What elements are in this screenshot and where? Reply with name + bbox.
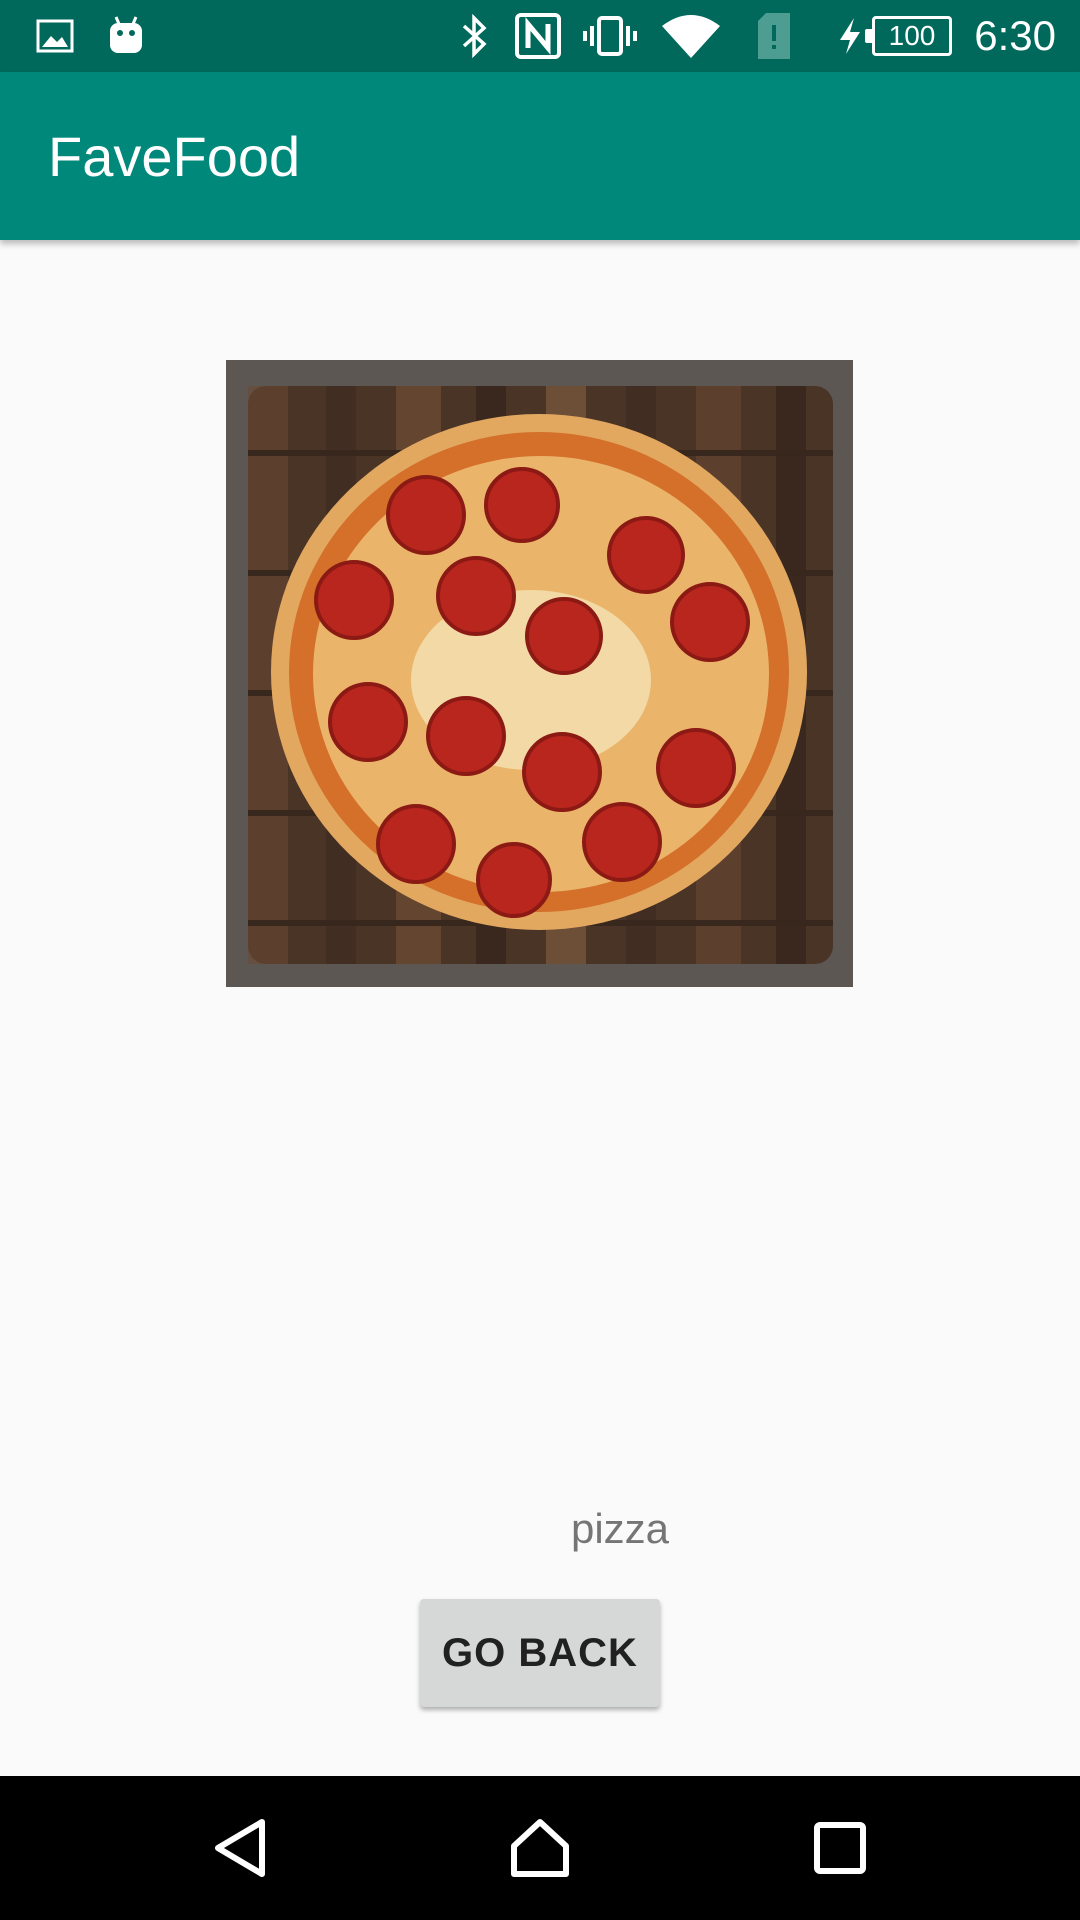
image-icon — [36, 0, 74, 72]
status-bar: 100 6:30 — [0, 0, 1080, 72]
nfc-icon — [514, 0, 562, 72]
back-icon[interactable] — [160, 1776, 320, 1920]
go-back-button[interactable]: GO BACK — [420, 1599, 660, 1707]
android-icon — [106, 0, 146, 72]
wifi-icon — [660, 0, 722, 72]
bluetooth-icon — [458, 0, 490, 72]
battery-icon: 100 — [865, 16, 952, 56]
recents-icon[interactable] — [760, 1776, 920, 1920]
app-bar: FaveFood — [0, 72, 1080, 240]
home-icon[interactable] — [460, 1776, 620, 1920]
status-time: 6:30 — [974, 12, 1056, 59]
screen: 100 6:30 FaveFood pizza GO BACK — [0, 0, 1080, 1920]
vibrate-icon — [582, 0, 638, 72]
charging-icon — [836, 0, 864, 72]
app-title: FaveFood — [48, 124, 301, 188]
food-name-label: pizza — [570, 1505, 670, 1552]
pizza-image — [226, 360, 853, 987]
sim-alert-icon — [756, 0, 792, 72]
navigation-bar — [0, 1776, 1080, 1920]
